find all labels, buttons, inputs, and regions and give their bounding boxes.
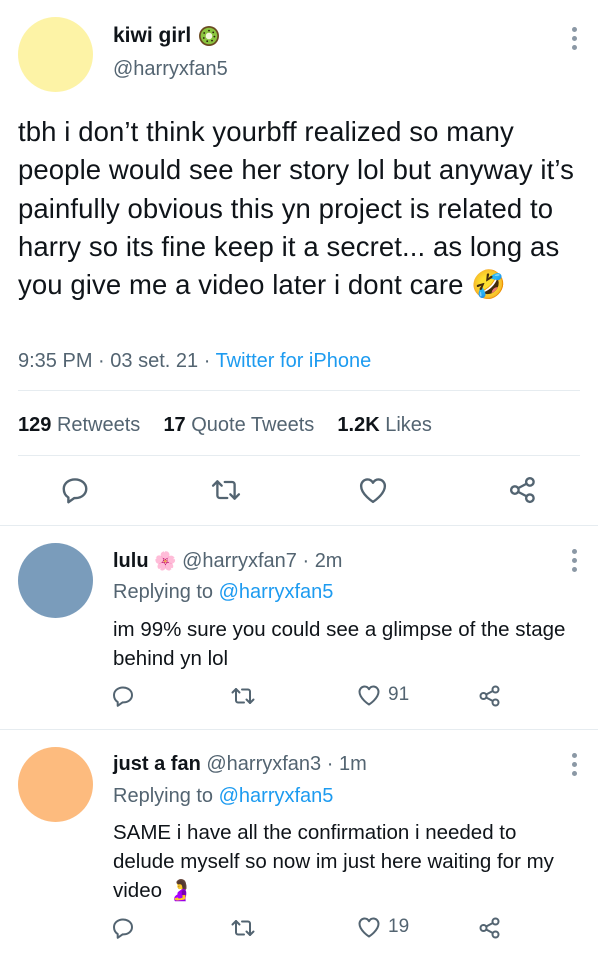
reply-header: just a fan @harryxfan3 · 1m (113, 753, 367, 775)
handle[interactable]: @harryxfan3 (206, 753, 321, 775)
replying-to: Replying to @harryxfan5 (113, 581, 334, 603)
reply-time: 1m (338, 753, 367, 775)
handle[interactable]: @harryxfan5 (113, 58, 228, 81)
more-icon[interactable] (571, 753, 577, 776)
display-name[interactable]: kiwi girl (113, 24, 191, 48)
more-icon[interactable] (571, 27, 577, 50)
tweet-stats: 129 Retweets 17 Quote Tweets 1.2K Likes (18, 414, 432, 437)
likes-stat[interactable]: 1.2K Likes (337, 414, 432, 436)
replying-to: Replying to @harryxfan5 (113, 785, 334, 807)
avatar[interactable] (18, 543, 93, 618)
share-icon[interactable] (478, 684, 502, 708)
display-name[interactable]: lulu (113, 550, 149, 572)
retweet-icon[interactable] (230, 916, 256, 940)
divider (18, 455, 580, 456)
like-icon[interactable] (357, 916, 381, 938)
reply-text-block: SAME i have all the confirmation i neede… (113, 818, 583, 905)
retweet-icon[interactable] (210, 475, 242, 505)
like-action[interactable]: 19 (357, 916, 409, 938)
like-count: 19 (388, 916, 410, 937)
tweet-source[interactable]: Twitter for iPhone (216, 350, 372, 372)
reply-icon[interactable] (60, 475, 90, 505)
pregnant-emoji: 🤰 (167, 879, 194, 902)
avatar[interactable] (18, 747, 93, 822)
retweet-icon[interactable] (230, 684, 256, 708)
flower-emoji: 🌸 (154, 551, 177, 571)
tweet-text: tbh i don’t think yourbff realized so ma… (18, 113, 584, 304)
replying-to-link[interactable]: @harryxfan5 (219, 581, 334, 603)
quote-tweets-stat[interactable]: 17 Quote Tweets (163, 414, 319, 436)
reply-icon[interactable] (111, 684, 135, 708)
like-icon[interactable] (358, 476, 388, 504)
rofl-emoji: 🤣 (471, 269, 507, 301)
like-action[interactable]: 91 (357, 684, 409, 706)
share-icon[interactable] (478, 916, 502, 940)
like-icon[interactable] (357, 684, 381, 706)
like-count: 91 (388, 684, 410, 705)
reply-time: 2m (314, 550, 343, 572)
divider (18, 390, 580, 391)
handle[interactable]: @harryxfan7 (182, 550, 297, 572)
display-name[interactable]: just a fan (113, 753, 201, 775)
more-icon[interactable] (571, 549, 577, 572)
divider (0, 525, 598, 526)
avatar[interactable] (18, 17, 93, 92)
tweet-time: 9:35 PM (18, 350, 93, 372)
tweet-date: 03 set. 21 (110, 350, 199, 372)
reply-header: lulu 🌸 @harryxfan7 · 2m (113, 550, 343, 572)
kiwi-badge-icon (198, 25, 220, 47)
divider (0, 729, 598, 730)
retweets-stat[interactable]: 129 Retweets (18, 414, 146, 436)
reply-icon[interactable] (111, 916, 135, 940)
share-icon[interactable] (508, 475, 538, 505)
reply-text: im 99% sure you could see a glimpse of t… (113, 618, 566, 670)
replying-to-link[interactable]: @harryxfan5 (219, 785, 334, 807)
tweet-meta: 9:35 PM · 03 set. 21 · Twitter for iPhon… (18, 350, 372, 372)
